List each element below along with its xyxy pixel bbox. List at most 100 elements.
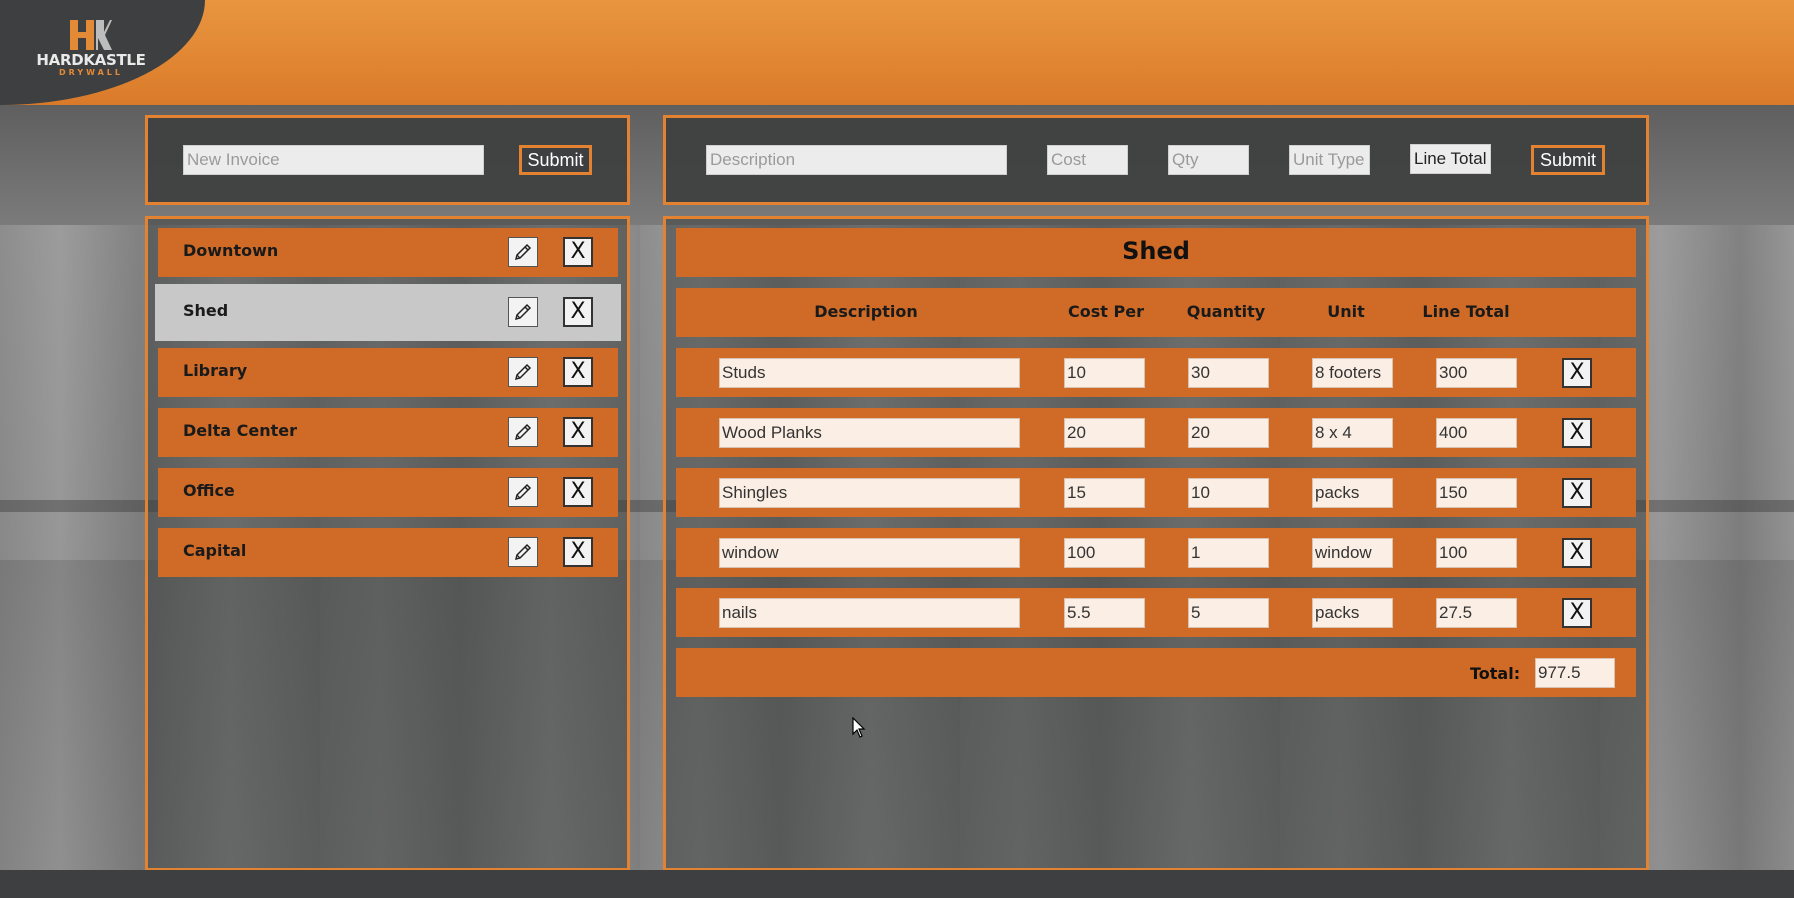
description-input[interactable]: Description	[706, 145, 1007, 175]
total-value-field: 977.5	[1535, 658, 1615, 688]
total-row: Total: 977.5	[676, 648, 1636, 697]
close-icon: X	[570, 239, 586, 264]
delete-invoice-button[interactable]: X	[563, 477, 593, 507]
row-unit-field[interactable]: packs	[1312, 598, 1393, 628]
row-cost-field[interactable]: 20	[1064, 418, 1145, 448]
pencil-icon	[514, 483, 532, 501]
header-bar	[0, 0, 1794, 105]
mouse-cursor-icon	[852, 717, 866, 738]
delete-row-button[interactable]: X	[1562, 358, 1592, 388]
row-qty-field[interactable]: 30	[1188, 358, 1269, 388]
close-icon: X	[570, 539, 586, 564]
column-header-line-total: Line Total	[1422, 302, 1510, 321]
invoice-title-bar: Shed	[676, 228, 1636, 277]
close-icon: X	[1569, 540, 1585, 565]
invoice-item-shed[interactable]: Shed X	[155, 284, 621, 341]
pencil-icon	[514, 423, 532, 441]
row-cost-field[interactable]: 15	[1064, 478, 1145, 508]
close-icon: X	[1569, 360, 1585, 385]
row-line-total-field[interactable]: 400	[1436, 418, 1517, 448]
column-header-unit: Unit	[1327, 302, 1365, 321]
delete-invoice-button[interactable]: X	[563, 417, 593, 447]
table-header: Description Cost Per Quantity Unit Line …	[676, 288, 1636, 337]
row-line-total-field[interactable]: 150	[1436, 478, 1517, 508]
row-cost-field[interactable]: 100	[1064, 538, 1145, 568]
row-unit-field[interactable]: packs	[1312, 478, 1393, 508]
delete-row-button[interactable]: X	[1562, 418, 1592, 448]
close-icon: X	[1569, 420, 1585, 445]
row-qty-field[interactable]: 20	[1188, 418, 1269, 448]
row-unit-field[interactable]: 8 x 4	[1312, 418, 1393, 448]
edit-invoice-button[interactable]	[508, 417, 538, 447]
column-header-description: Description	[814, 302, 918, 321]
close-icon: X	[570, 479, 586, 504]
table-row: Shingles 15 10 packs 150 X	[676, 468, 1636, 517]
row-description-field[interactable]: Wood Planks	[719, 418, 1020, 448]
edit-invoice-button[interactable]	[508, 357, 538, 387]
delete-invoice-button[interactable]: X	[563, 537, 593, 567]
pencil-icon	[514, 243, 532, 261]
row-description-field[interactable]: Studs	[719, 358, 1020, 388]
row-description-field[interactable]: window	[719, 538, 1020, 568]
invoice-item-downtown[interactable]: Downtown X	[158, 228, 618, 277]
new-invoice-input[interactable]: New Invoice	[183, 145, 484, 175]
row-description-field[interactable]: Shingles	[719, 478, 1020, 508]
delete-invoice-button[interactable]: X	[563, 237, 593, 267]
qty-input[interactable]: Qty	[1168, 145, 1249, 175]
line-total-field[interactable]: Line Total	[1410, 144, 1491, 174]
close-icon: X	[570, 299, 586, 324]
invoice-item-label: Shed	[183, 301, 229, 320]
footer-bar	[0, 870, 1794, 898]
new-item-submit-button[interactable]: Submit	[1531, 145, 1605, 175]
delete-row-button[interactable]: X	[1562, 538, 1592, 568]
close-icon: X	[570, 359, 586, 384]
close-icon: X	[1569, 480, 1585, 505]
table-row: Wood Planks 20 20 8 x 4 400 X	[676, 408, 1636, 457]
row-cost-field[interactable]: 10	[1064, 358, 1145, 388]
invoice-item-label: Capital	[183, 541, 247, 560]
column-header-cost-per: Cost Per	[1068, 302, 1144, 321]
total-label: Total:	[1470, 664, 1521, 683]
delete-invoice-button[interactable]: X	[563, 297, 593, 327]
close-icon: X	[1569, 600, 1585, 625]
edit-invoice-button[interactable]	[508, 297, 538, 327]
logo-mark-icon	[70, 20, 112, 50]
row-unit-field[interactable]: window	[1312, 538, 1393, 568]
invoice-item-label: Delta Center	[183, 421, 298, 440]
delete-row-button[interactable]: X	[1562, 598, 1592, 628]
invoice-item-capital[interactable]: Capital X	[158, 528, 618, 577]
brand-sub: DRYWALL	[58, 68, 123, 77]
unit-type-input[interactable]: Unit Type	[1289, 145, 1370, 175]
row-description-field[interactable]: nails	[719, 598, 1020, 628]
invoice-item-label: Library	[183, 361, 248, 380]
invoice-item-office[interactable]: Office X	[158, 468, 618, 517]
invoice-item-delta-center[interactable]: Delta Center X	[158, 408, 618, 457]
delete-row-button[interactable]: X	[1562, 478, 1592, 508]
row-qty-field[interactable]: 10	[1188, 478, 1269, 508]
table-row: window 100 1 window 100 X	[676, 528, 1636, 577]
delete-invoice-button[interactable]: X	[563, 357, 593, 387]
new-invoice-submit-button[interactable]: Submit	[519, 145, 592, 175]
edit-invoice-button[interactable]	[508, 537, 538, 567]
row-line-total-field[interactable]: 300	[1436, 358, 1517, 388]
row-unit-field[interactable]: 8 footers	[1312, 358, 1393, 388]
row-cost-field[interactable]: 5.5	[1064, 598, 1145, 628]
row-qty-field[interactable]: 1	[1188, 538, 1269, 568]
close-icon: X	[570, 419, 586, 444]
table-row: nails 5.5 5 packs 27.5 X	[676, 588, 1636, 637]
cost-input[interactable]: Cost	[1047, 145, 1128, 175]
table-row: Studs 10 30 8 footers 300 X	[676, 348, 1636, 397]
invoice-item-library[interactable]: Library X	[158, 348, 618, 397]
invoice-title: Shed	[1122, 237, 1190, 265]
invoice-item-label: Office	[183, 481, 235, 500]
row-line-total-field[interactable]: 27.5	[1436, 598, 1517, 628]
pencil-icon	[514, 303, 532, 321]
brand-name: HARDKASTLE	[36, 51, 146, 69]
edit-invoice-button[interactable]	[508, 477, 538, 507]
column-header-quantity: Quantity	[1186, 302, 1266, 321]
row-qty-field[interactable]: 5	[1188, 598, 1269, 628]
edit-invoice-button[interactable]	[508, 237, 538, 267]
invoice-item-label: Downtown	[183, 241, 279, 260]
row-line-total-field[interactable]: 100	[1436, 538, 1517, 568]
pencil-icon	[514, 363, 532, 381]
